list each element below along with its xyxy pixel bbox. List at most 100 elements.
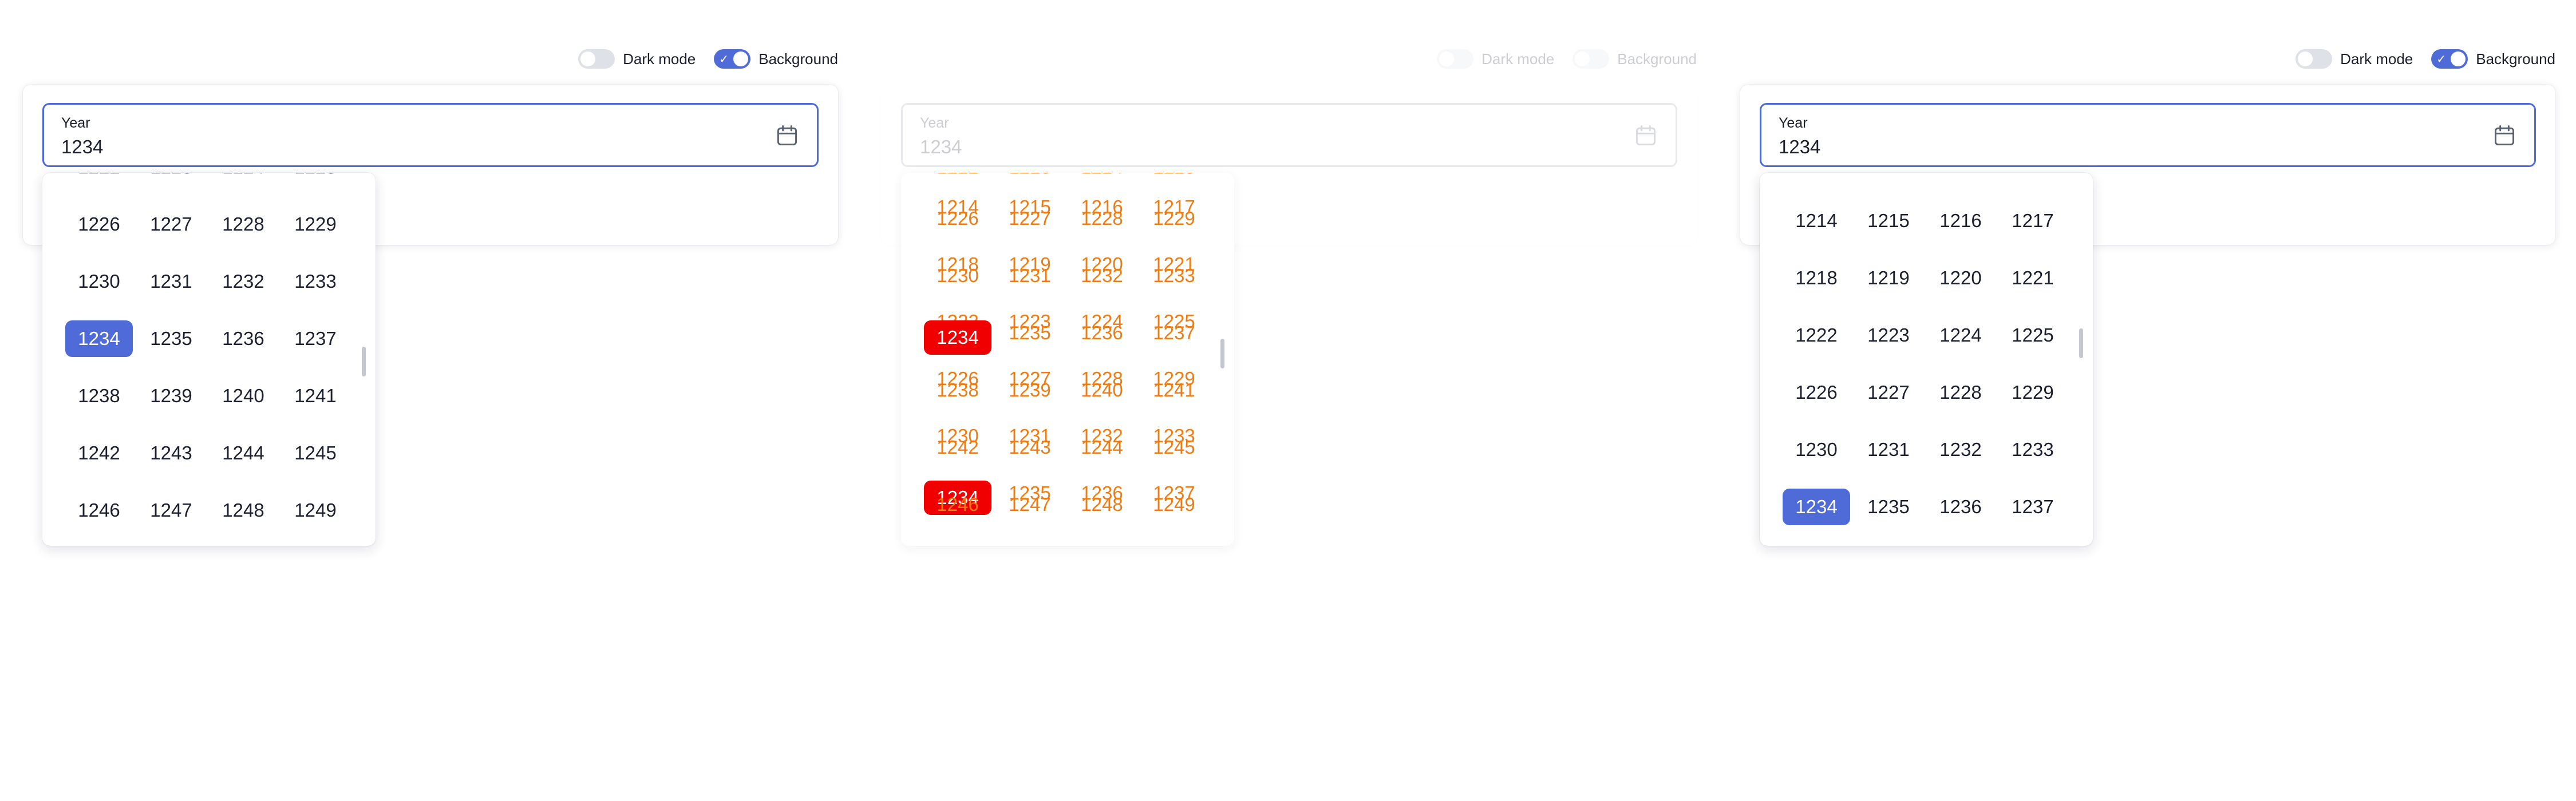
year-option-selected[interactable]: 1234: [65, 320, 133, 357]
year-option[interactable]: 1238: [65, 378, 133, 414]
year-field[interactable]: Year 1234: [42, 103, 819, 167]
year-option[interactable]: 1229: [1999, 374, 2067, 411]
year-option[interactable]: 1248: [210, 492, 277, 529]
year-option[interactable]: 1236: [1927, 489, 1994, 525]
calendar-icon[interactable]: [2492, 123, 2517, 148]
year-option[interactable]: 1222: [1783, 317, 1850, 354]
year-option[interactable]: 1239: [137, 378, 205, 414]
background-toggle[interactable]: ✓ Background: [2431, 49, 2555, 69]
year-option[interactable]: 1223: [996, 173, 1064, 180]
year-option[interactable]: 1229: [1140, 206, 1208, 231]
year-option[interactable]: 1246: [924, 492, 991, 517]
year-option[interactable]: 1237: [1999, 489, 2067, 525]
year-option[interactable]: 1235: [996, 320, 1064, 346]
dark-mode-toggle[interactable]: Dark mode: [2296, 49, 2413, 69]
year-option[interactable]: 1226: [924, 206, 991, 231]
year-picker-popup[interactable]: 1214 1215 1216 1217 1218 1219 1220 1221 1222 1223…: [1760, 173, 2093, 546]
year-option[interactable]: 1225: [1140, 173, 1208, 180]
year-option[interactable]: 1223: [137, 173, 205, 185]
year-option[interactable]: 1215: [1855, 203, 1922, 239]
year-option[interactable]: 1231: [137, 263, 205, 300]
year-option[interactable]: 1228: [1068, 206, 1136, 231]
year-option[interactable]: 1236: [1068, 320, 1136, 346]
year-option[interactable]: 1219: [1855, 260, 1922, 296]
year-option[interactable]: 1223: [1855, 317, 1922, 354]
year-option[interactable]: 1220: [1927, 260, 1994, 296]
year-option[interactable]: 1228: [1927, 374, 1994, 411]
year-option[interactable]: 1233: [1999, 431, 2067, 468]
dark-mode-switch[interactable]: [578, 49, 615, 69]
year-field-value[interactable]: 1234: [920, 136, 962, 158]
dark-mode-toggle[interactable]: Dark mode: [578, 49, 696, 69]
year-option[interactable]: 1233: [282, 263, 349, 300]
year-option[interactable]: 1236: [210, 320, 277, 357]
year-option[interactable]: 1230: [924, 263, 991, 288]
year-option[interactable]: 1244: [1068, 435, 1136, 460]
year-field-value[interactable]: 1234: [61, 136, 103, 158]
year-option[interactable]: 1224: [210, 173, 277, 185]
year-option[interactable]: 1224: [1068, 173, 1136, 180]
year-option[interactable]: 1232: [1927, 431, 1994, 468]
scrollbar[interactable]: [1220, 339, 1224, 368]
year-option-selected[interactable]: 1234: [1783, 489, 1850, 525]
year-option[interactable]: 1228: [210, 206, 277, 243]
year-option[interactable]: 1249: [282, 492, 349, 529]
year-option[interactable]: 1214: [1783, 203, 1850, 239]
year-option[interactable]: 1227: [137, 206, 205, 243]
year-option[interactable]: 1242: [65, 435, 133, 471]
year-option[interactable]: 1241: [1140, 378, 1208, 403]
year-option[interactable]: 1226: [65, 206, 133, 243]
year-option[interactable]: 1237: [282, 320, 349, 357]
year-option[interactable]: 1247: [996, 492, 1064, 517]
year-option[interactable]: 1240: [1068, 378, 1136, 403]
year-option[interactable]: 1248: [1068, 492, 1136, 517]
dark-mode-switch[interactable]: [2296, 49, 2333, 69]
background-toggle[interactable]: Background: [1573, 49, 1697, 69]
background-switch[interactable]: ✓: [714, 49, 751, 69]
year-option[interactable]: 1249: [1140, 492, 1208, 517]
year-option[interactable]: 1243: [137, 435, 205, 471]
year-option-selected[interactable]: 1234: [924, 320, 991, 355]
year-picker-popup[interactable]: 1222 1223 1224 1225 1226122712281229 12301231…: [42, 173, 376, 546]
year-option[interactable]: 1221: [1999, 260, 2067, 296]
year-option[interactable]: 1222: [924, 173, 991, 180]
year-option[interactable]: 1231: [996, 263, 1064, 288]
year-option[interactable]: 1233: [1140, 263, 1208, 288]
year-option[interactable]: 1231: [1855, 431, 1922, 468]
calendar-icon[interactable]: [775, 123, 800, 148]
year-option[interactable]: 1232: [210, 263, 277, 300]
year-option[interactable]: 1247: [137, 492, 205, 529]
year-option[interactable]: 1244: [210, 435, 277, 471]
year-option[interactable]: 1230: [65, 263, 133, 300]
year-option[interactable]: 1243: [996, 435, 1064, 460]
calendar-icon[interactable]: [1633, 123, 1658, 148]
year-option[interactable]: 1246: [65, 492, 133, 529]
scrollbar[interactable]: [362, 347, 366, 376]
year-option[interactable]: 1230: [1783, 431, 1850, 468]
year-option[interactable]: 1232: [1068, 263, 1136, 288]
year-option[interactable]: 1222: [65, 173, 133, 185]
year-option[interactable]: 1239: [996, 378, 1064, 403]
year-option[interactable]: 1229: [282, 206, 349, 243]
year-option[interactable]: 1237: [1140, 320, 1208, 346]
dark-mode-switch[interactable]: [1437, 49, 1474, 69]
year-option[interactable]: 1238: [924, 378, 991, 403]
year-option[interactable]: 1216: [1927, 203, 1994, 239]
year-field[interactable]: Year 1234: [901, 103, 1677, 167]
year-option[interactable]: 1245: [282, 435, 349, 471]
year-picker-popup[interactable]: 1222122312241225121412151216121712261227…: [901, 173, 1234, 546]
year-field[interactable]: Year 1234: [1760, 103, 2536, 167]
year-option[interactable]: 1241: [282, 378, 349, 414]
year-option[interactable]: 1235: [137, 320, 205, 357]
background-switch[interactable]: ✓: [2431, 49, 2468, 69]
year-field-value[interactable]: 1234: [1779, 136, 1820, 158]
year-option[interactable]: 1217: [1999, 203, 2067, 239]
year-option[interactable]: 1235: [1855, 489, 1922, 525]
year-option[interactable]: 1226: [1783, 374, 1850, 411]
background-switch[interactable]: [1573, 49, 1610, 69]
scrollbar[interactable]: [2079, 328, 2083, 358]
year-option[interactable]: 1240: [210, 378, 277, 414]
year-option[interactable]: 1218: [1783, 260, 1850, 296]
year-option[interactable]: 1245: [1140, 435, 1208, 460]
year-option[interactable]: 1227: [996, 206, 1064, 231]
